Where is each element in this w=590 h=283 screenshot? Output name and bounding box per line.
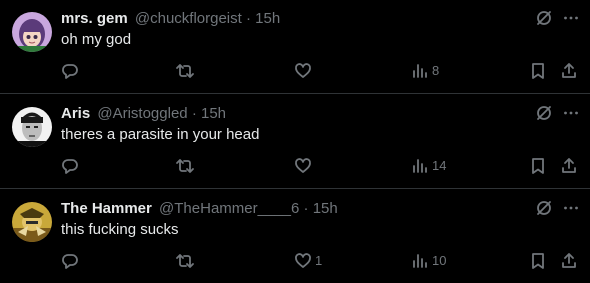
share-button[interactable] [560, 154, 578, 178]
share-icon [562, 253, 576, 268]
timestamp[interactable]: 15h [201, 105, 226, 122]
tweet-header: Aris @Aristoggled · 15h [61, 104, 530, 124]
avatar[interactable] [12, 202, 52, 242]
display-name[interactable]: mrs. gem [61, 10, 128, 27]
tweet-header: The Hammer @TheHammer____6 · 15h [61, 199, 530, 219]
more-icon [564, 206, 578, 210]
grok-button[interactable] [531, 7, 557, 29]
separator-dot: · [191, 105, 197, 122]
like-icon [295, 253, 311, 268]
share-icon [562, 158, 576, 173]
reply-button[interactable] [61, 249, 82, 273]
retweet-icon [176, 64, 194, 78]
share-button[interactable] [560, 249, 578, 273]
more-button[interactable] [558, 7, 584, 29]
tweet[interactable]: Aris @Aristoggled · 15h theres a parasit… [0, 95, 590, 189]
bookmark-icon [532, 63, 544, 79]
like-count: 1 [315, 253, 323, 268]
grok-icon [537, 201, 551, 215]
view-count: 8 [432, 63, 440, 78]
views-icon [413, 254, 427, 268]
reply-icon [62, 254, 78, 269]
like-icon [295, 63, 311, 78]
retweet-icon [176, 159, 194, 173]
share-icon [562, 63, 576, 78]
reply-button[interactable] [61, 59, 82, 83]
views-icon [413, 159, 427, 173]
like-icon [295, 158, 311, 173]
tweet[interactable]: The Hammer @TheHammer____6 · 15h this fu… [0, 190, 590, 283]
view-count: 10 [432, 253, 447, 268]
bookmark-button[interactable] [529, 249, 547, 273]
like-button[interactable]: 1 [294, 249, 322, 273]
bookmark-icon [532, 158, 544, 174]
like-button[interactable] [294, 154, 315, 178]
grok-icon [537, 11, 551, 25]
retweet-button[interactable] [175, 154, 198, 178]
more-button[interactable] [558, 197, 584, 219]
more-button[interactable] [558, 102, 584, 124]
view-count: 14 [432, 158, 447, 173]
avatar[interactable] [12, 12, 52, 52]
separator-dot: · [303, 200, 309, 217]
tweet[interactable]: mrs. gem @chuckflorgeist · 15h oh my god [0, 0, 590, 94]
views-button[interactable]: 14 [411, 154, 446, 178]
views-icon [413, 64, 427, 78]
display-name[interactable]: Aris [61, 105, 90, 122]
retweet-icon [176, 254, 194, 268]
user-handle[interactable]: @TheHammer____6 [159, 200, 299, 217]
share-button[interactable] [560, 59, 578, 83]
more-icon [564, 16, 578, 20]
timestamp[interactable]: 15h [255, 10, 280, 27]
bookmark-button[interactable] [529, 59, 547, 83]
timestamp[interactable]: 15h [313, 200, 338, 217]
tweet-text: theres a parasite in your head [61, 126, 260, 143]
more-icon [564, 111, 578, 115]
grok-icon [537, 106, 551, 120]
tweet-text: this fucking sucks [61, 221, 179, 238]
reply-button[interactable] [61, 154, 82, 178]
reply-icon [62, 64, 78, 79]
like-button[interactable] [294, 59, 315, 83]
display-name[interactable]: The Hammer [61, 200, 152, 217]
separator-dot: · [245, 10, 251, 27]
retweet-button[interactable] [175, 59, 198, 83]
grok-button[interactable] [531, 197, 557, 219]
tweet-text: oh my god [61, 31, 132, 48]
grok-button[interactable] [531, 102, 557, 124]
reply-icon [62, 159, 78, 174]
avatar[interactable] [12, 107, 52, 147]
views-button[interactable]: 8 [411, 59, 439, 83]
user-handle[interactable]: @Aristoggled [97, 105, 187, 122]
bookmark-icon [532, 253, 544, 269]
tweet-header: mrs. gem @chuckflorgeist · 15h [61, 9, 530, 29]
bookmark-button[interactable] [529, 154, 547, 178]
user-handle[interactable]: @chuckflorgeist [135, 10, 242, 27]
views-button[interactable]: 10 [411, 249, 446, 273]
retweet-button[interactable] [175, 249, 198, 273]
